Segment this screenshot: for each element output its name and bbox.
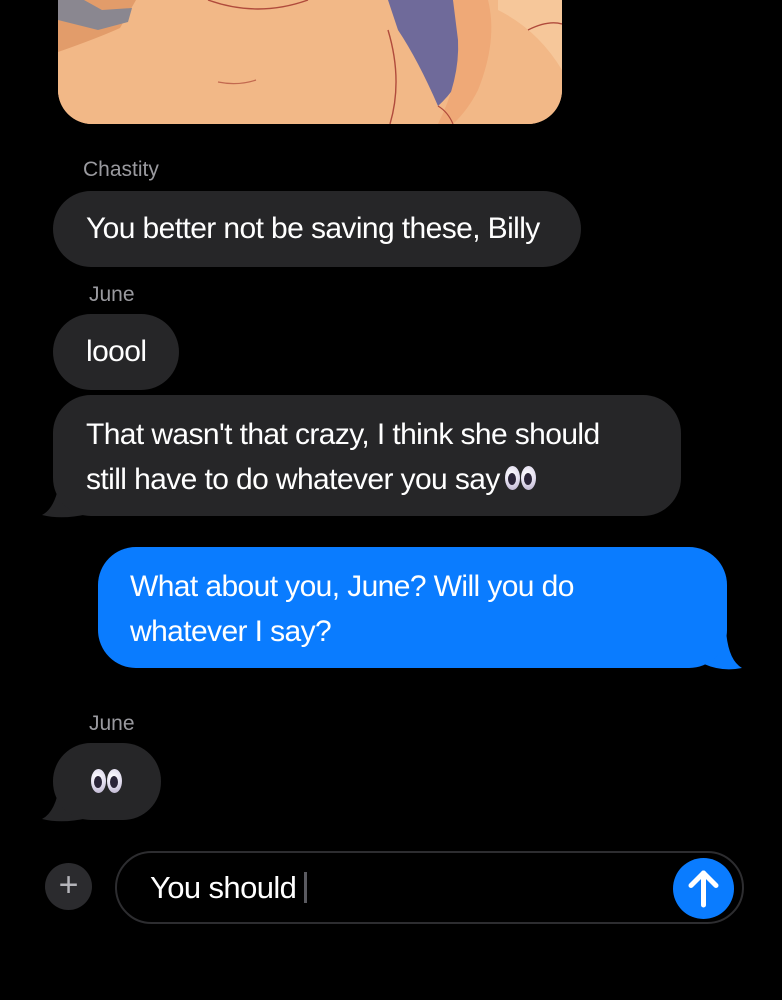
sender-name: June <box>89 283 135 306</box>
eyes-emoji-icon <box>90 769 124 795</box>
sender-name: June <box>89 712 135 735</box>
eyes-emoji-icon <box>504 466 538 492</box>
draft-text: You should <box>150 870 297 905</box>
image-attachment[interactable] <box>58 0 562 124</box>
add-attachment-button[interactable]: + <box>45 863 92 910</box>
send-button[interactable] <box>673 858 734 919</box>
message-input-text: You should <box>150 867 308 909</box>
message-line: whatever I say? <box>130 615 332 648</box>
sender-name: Chastity <box>83 158 159 181</box>
text-caret <box>304 872 308 903</box>
arrow-up-icon <box>688 870 719 908</box>
message-bubble-incoming[interactable]: That wasn't that crazy, I think she shou… <box>53 395 681 516</box>
message-text: loool <box>86 335 147 368</box>
message-line: That wasn't that crazy, I think she shou… <box>86 418 600 451</box>
message-line: What about you, June? Will you do <box>130 570 574 603</box>
message-input[interactable]: You should <box>115 851 744 924</box>
image-attachment-art <box>58 0 562 124</box>
message-line-with-emoji: still have to do whatever you say <box>86 457 681 502</box>
message-text: You better not be saving these, Billy <box>86 212 540 245</box>
message-line: still have to do whatever you say <box>86 463 500 496</box>
message-bubble-incoming[interactable]: loool <box>53 314 179 390</box>
message-bubble-incoming[interactable] <box>53 743 161 820</box>
message-bubble-incoming[interactable]: You better not be saving these, Billy <box>53 191 581 267</box>
message-bubble-outgoing[interactable]: What about you, June? Will you do whatev… <box>98 547 727 668</box>
